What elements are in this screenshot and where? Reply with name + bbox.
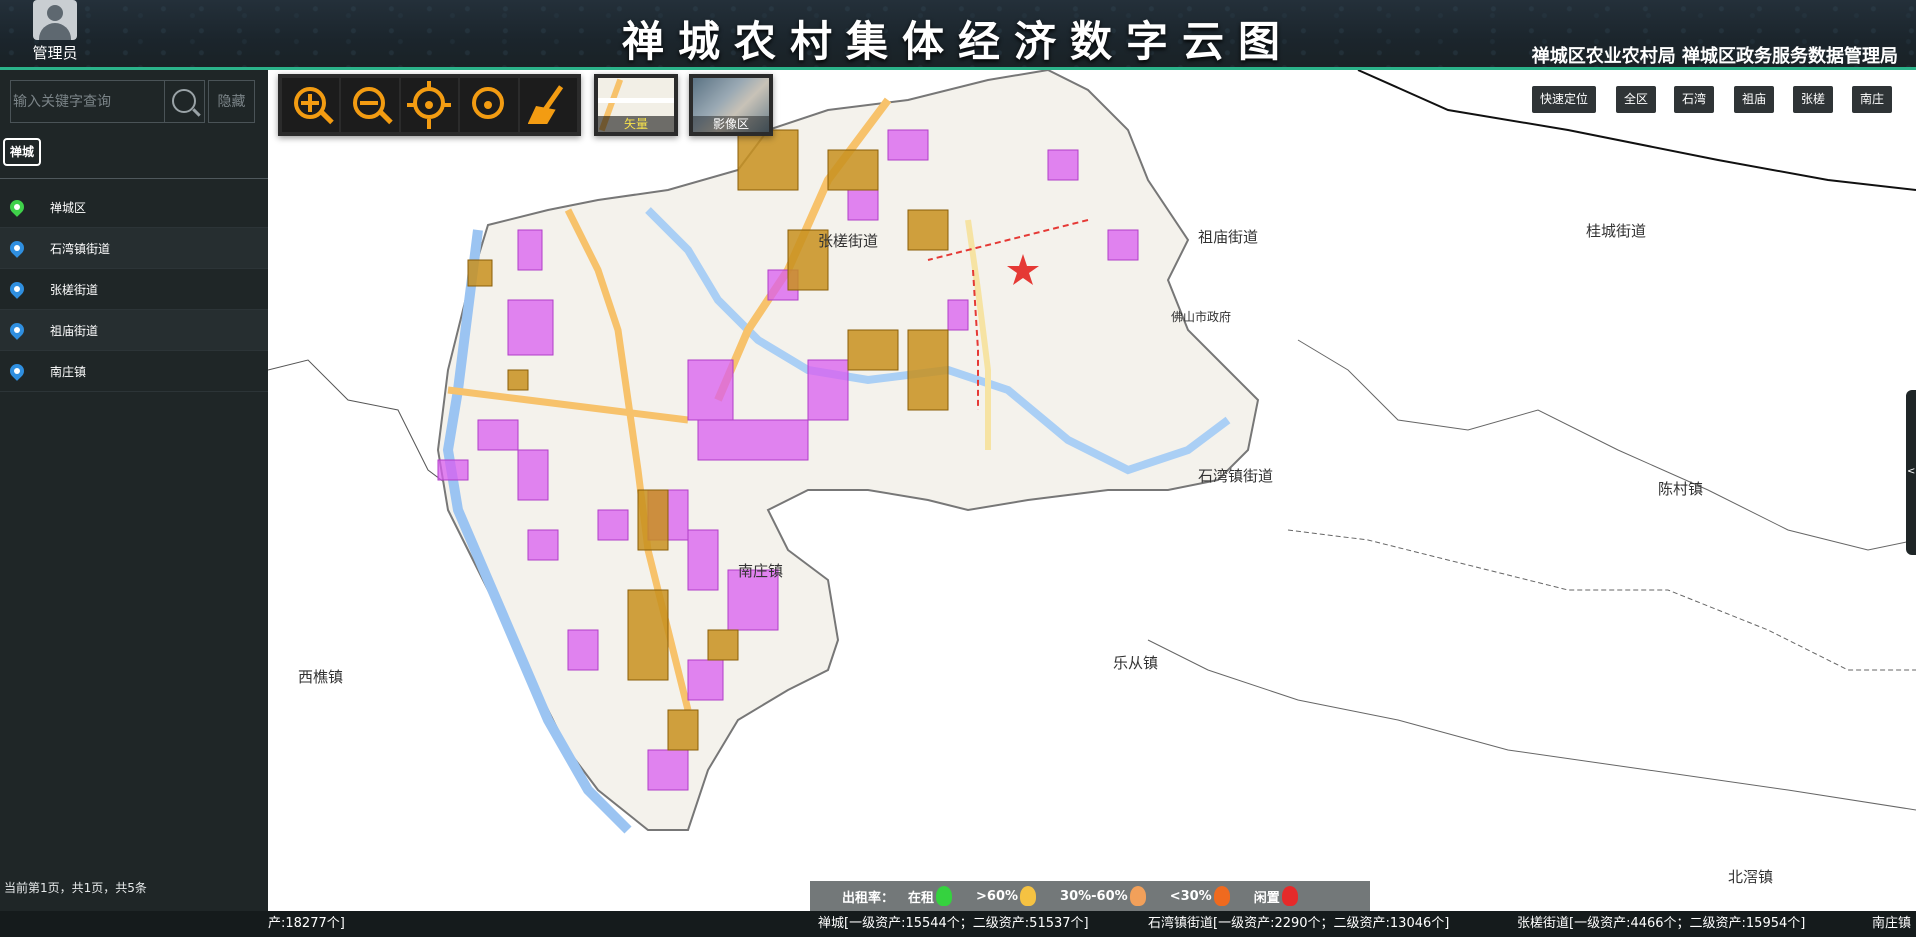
green-bulb-icon [936,886,953,906]
quick-locate-button[interactable]: 快速定位 [1532,86,1597,113]
zoom-out-button[interactable] [341,78,399,132]
occupancy-legend: 出租率： 在租 >60% 30%-60% <30% 闲置 [810,881,1370,911]
quick-zhangcha-button[interactable]: 张槎 [1793,86,1834,113]
yellow-bulb-icon [1020,886,1037,906]
organization-label: 禅城区农业农村局 禅城区政务服务数据管理局 [1531,46,1898,67]
legend-item-idle[interactable]: 闲置 [1254,886,1298,906]
legend-item-rented[interactable]: 在租 [908,886,953,906]
app-header: 管理员 禅城农村集体经济数字云图 禅城区农业农村局 禅城区政务服务数据管理局 [0,0,1916,70]
blue-pin-icon [7,320,27,340]
basemap-image-button[interactable]: 影像区 [689,74,773,136]
ticker-item: 张槎街道[一级资产:4466个；二级资产:15954个] [1517,916,1806,931]
ticker-item: 南庄镇 [1872,916,1912,931]
map-toolbar [278,74,581,136]
search-bar: 隐藏 [10,80,255,123]
light-orange-bulb-icon [1129,886,1146,906]
orange-bulb-icon [1213,886,1230,906]
district-border [1287,529,1916,671]
search-input[interactable] [10,80,165,123]
center-button[interactable] [460,78,518,132]
quick-zumiao-button[interactable]: 祖庙 [1734,86,1775,113]
region-tag[interactable]: 禅城 [3,138,42,166]
blue-pin-icon [7,279,27,299]
list-item-label: 南庄镇 [50,364,87,379]
quick-all-button[interactable]: 全区 [1616,86,1657,113]
quick-nanzhuang-button[interactable]: 南庄 [1852,86,1893,113]
list-item-chancheng[interactable]: 禅城区 [0,187,268,228]
ticker-item: 禅城[一级资产:15544个；二级资产:51537个] [818,916,1089,931]
green-pin-icon [7,197,27,217]
list-item-zhangcha[interactable]: 张槎街道 [0,269,268,310]
red-bulb-icon [1281,886,1298,906]
legend-item-30to60[interactable]: 30%-60% [1060,886,1146,906]
list-item-label: 石湾镇街道 [50,241,111,256]
blue-pin-icon [7,361,27,381]
quick-shiwan-button[interactable]: 石湾 [1674,86,1715,113]
basemap-image-label: 影像区 [693,116,769,132]
list-item-label: 张槎街道 [50,282,99,297]
map-canvas[interactable]: 桂城街道 陈村镇 乐从镇 西樵镇 北滘镇 张槎街道 祖庙街道 石湾镇街道 南庄镇… [268,70,1916,911]
basemap-vector-button[interactable]: 矢量 [594,74,678,136]
search-button[interactable] [165,80,205,123]
list-item-label: 禅城区 [50,200,87,215]
blue-pin-icon [7,238,27,258]
clear-button[interactable] [519,78,578,132]
chevron-left-icon: < [1907,466,1916,477]
list-item-nanzhuang[interactable]: 南庄镇 [0,351,268,392]
label-zhangcha: 张槎街道 [818,232,879,250]
legend-item-over60[interactable]: >60% [976,886,1037,906]
pagination-info: 当前第1页，共1页，共5条 [4,881,147,895]
list-item-shiwan[interactable]: 石湾镇街道 [0,228,268,269]
district-border [1297,339,1916,551]
right-panel-toggle[interactable]: < [1906,390,1916,555]
label-nanzhuang: 南庄镇 [738,562,784,580]
legend-title: 出租率： [842,890,895,906]
basemap-vector-label: 矢量 [598,116,674,132]
divider [0,178,268,179]
label-shiwan: 石湾镇街道 [1198,467,1274,485]
region-list: 禅城区 石湾镇街道 张槎街道 祖庙街道 南庄镇 [0,187,268,392]
locate-button[interactable] [400,78,459,132]
label-lecong: 乐从镇 [1113,654,1159,672]
zoom-in-button[interactable] [282,78,340,132]
label-zumiao: 祖庙街道 [1198,228,1259,246]
district-border [1147,639,1916,811]
label-chencun: 陈村镇 [1658,480,1704,498]
legend-item-under30[interactable]: <30% [1170,886,1230,906]
label-xiqiao: 西樵镇 [298,668,344,686]
ticker-item: 产:18277个] [268,916,345,931]
list-item-label: 祖庙街道 [50,323,99,338]
hide-button[interactable]: 隐藏 [208,80,255,123]
label-beijiao: 北滘镇 [1728,868,1774,886]
ticker-item: 石湾镇街道[一级资产:2290个；二级资产:13046个] [1148,916,1450,931]
asset-ticker: 产:18277个] 禅城[一级资产:15544个；二级资产:51537个] 石湾… [0,911,1916,937]
sidebar: 隐藏 禅城 禅城区 石湾镇街道 张槎街道 祖庙街道 南庄镇 当前第1页，共1页，… [0,70,268,911]
label-government: 佛山市政府 [1171,310,1232,324]
list-item-zumiao[interactable]: 祖庙街道 [0,310,268,351]
label-guicheng: 桂城街道 [1586,222,1647,240]
